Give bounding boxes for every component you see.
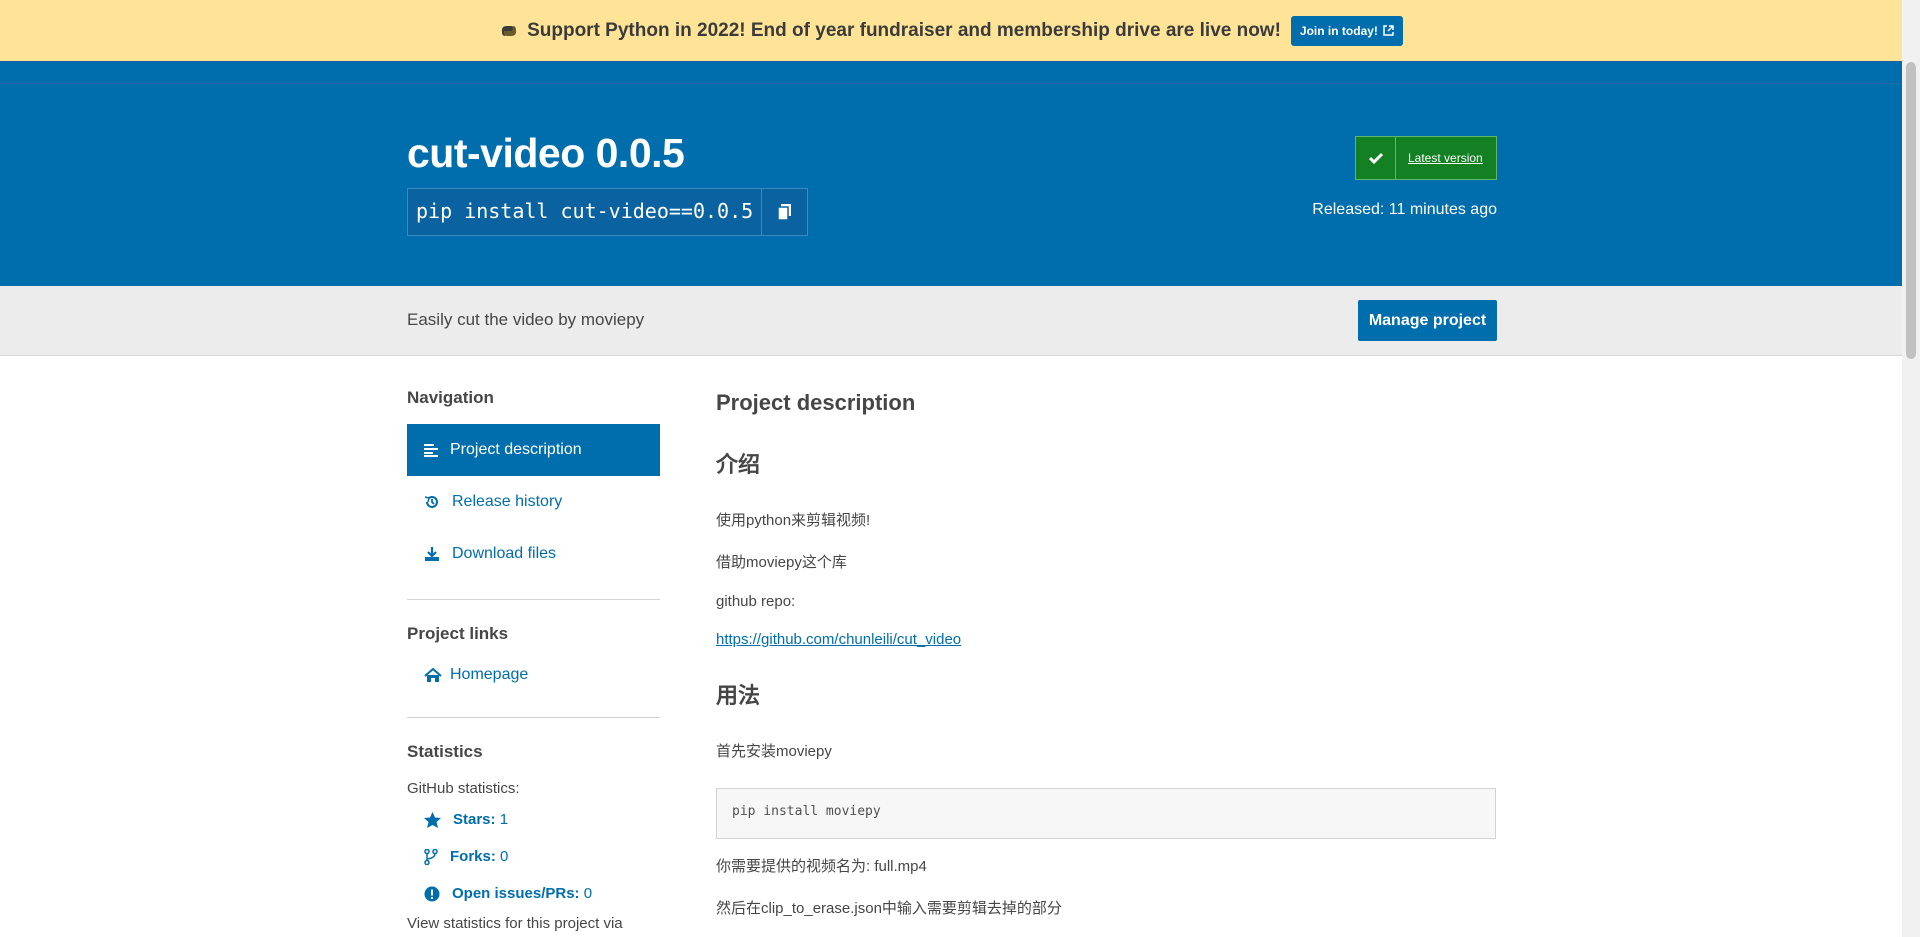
- stat-label: Forks:: [450, 848, 496, 865]
- home-icon: [424, 667, 442, 682]
- project-description: Project description 介绍 使用python来剪辑视频! 借助…: [716, 390, 1496, 918]
- fork-icon: [424, 848, 438, 865]
- download-icon: [425, 547, 439, 561]
- join-button-label: Join in today!: [1299, 23, 1378, 38]
- nav-download-files[interactable]: Download files: [407, 528, 660, 580]
- copy-icon: [778, 204, 792, 220]
- intro-heading: 介绍: [716, 452, 761, 477]
- fundraiser-banner: Support Python in 2022! End of year fund…: [0, 0, 1902, 62]
- external-link-icon: [1383, 25, 1394, 36]
- history-icon: [424, 496, 438, 508]
- code-block: pip install moviepy: [716, 788, 1496, 839]
- forks-stat[interactable]: Forks: 0: [407, 838, 660, 875]
- usage-heading: 用法: [716, 683, 761, 708]
- project-links-heading: Project links: [407, 624, 509, 643]
- sidebar: Navigation Project description Release h…: [407, 388, 660, 932]
- github-statistics-label: GitHub statistics:: [407, 780, 520, 797]
- copy-button[interactable]: [761, 189, 808, 235]
- package-summary: Easily cut the video by moviepy: [407, 310, 645, 329]
- intro-paragraph: 使用python来剪辑视频!: [716, 512, 871, 529]
- navigation-heading: Navigation: [407, 388, 494, 407]
- divider: [407, 717, 660, 718]
- scroll-thumb[interactable]: [1906, 62, 1916, 359]
- nav-release-history[interactable]: Release history: [407, 476, 660, 528]
- homepage-label: Homepage: [450, 666, 529, 683]
- join-button[interactable]: Join in today!: [1290, 15, 1403, 46]
- release-date: Released: 11 minutes ago: [1312, 201, 1497, 218]
- open-issues-stat[interactable]: Open issues/PRs: 0: [407, 875, 660, 912]
- usage-paragraph: 首先安装moviepy: [716, 743, 832, 760]
- banner-message: Support Python in 2022! End of year fund…: [499, 20, 1281, 42]
- header-strip: [0, 62, 1902, 84]
- stat-value: 1: [499, 811, 509, 828]
- nav-label: Download files: [452, 545, 557, 562]
- description-heading: Project description: [716, 390, 916, 415]
- align-left-icon: [424, 444, 438, 457]
- usage-paragraph: 然后在clip_to_erase.json中输入需要剪辑去掉的部分: [716, 900, 1062, 917]
- scrollbar[interactable]: [1902, 0, 1920, 937]
- stat-label: Open issues/PRs:: [452, 885, 580, 902]
- package-title: cut-video 0.0.5: [407, 130, 685, 176]
- stars-stat[interactable]: Stars: 1: [407, 801, 660, 838]
- usage-paragraph: 你需要提供的视频名为: full.mp4: [716, 858, 927, 875]
- nav-label: Release history: [452, 493, 563, 510]
- package-header: cut-video 0.0.5 pip install cut-video==0…: [0, 84, 1902, 286]
- banner-text: Support Python in 2022! End of year fund…: [527, 19, 1281, 41]
- exclamation-circle-icon: [424, 886, 440, 901]
- intro-paragraph: 借助moviepy这个库: [716, 554, 847, 571]
- star-icon: [424, 811, 441, 828]
- pip-command[interactable]: pip install cut-video==0.0.5: [408, 189, 762, 235]
- manage-project-button[interactable]: Manage project: [1358, 300, 1497, 341]
- stat-value: 0: [500, 848, 509, 865]
- nav-project-description[interactable]: Project description: [407, 424, 660, 476]
- latest-version-link[interactable]: Latest version: [1396, 151, 1483, 165]
- stat-value: 0: [583, 885, 593, 902]
- statistics-heading: Statistics: [407, 742, 483, 761]
- pip-command-box: pip install cut-video==0.0.5: [407, 188, 809, 236]
- intro-paragraph: github repo:: [716, 593, 796, 610]
- stat-label: Stars:: [453, 811, 496, 828]
- repo-link[interactable]: https://github.com/chunleili/cut_video: [716, 631, 961, 648]
- python-logo-icon: [501, 25, 517, 36]
- homepage-link[interactable]: Homepage: [407, 652, 660, 698]
- nav-label: Project description: [450, 441, 582, 458]
- divider: [407, 599, 660, 600]
- view-statistics-text: View statistics for this project via: [407, 915, 623, 932]
- summary-bar: Easily cut the video by moviepy Manage p…: [0, 286, 1902, 356]
- check-icon: [1356, 137, 1396, 179]
- latest-version-badge[interactable]: Latest version: [1355, 136, 1497, 180]
